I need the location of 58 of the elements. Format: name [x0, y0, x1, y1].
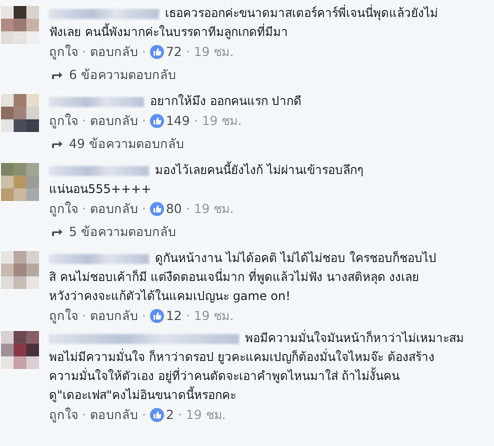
timestamp: 19 ชม.	[186, 406, 226, 424]
separator-dot: ·	[178, 406, 182, 424]
separator-dot: ·	[82, 307, 86, 325]
separator-dot: ·	[142, 406, 146, 424]
separator-dot: ·	[186, 43, 190, 61]
separator-dot: ·	[82, 200, 86, 218]
comment-text: ฟังเลย คนนี้พังมากค่ะในบรรดาทีมลูกเกดที่มีมา	[49, 25, 288, 39]
reply-link[interactable]: ตอบกลับ	[90, 199, 138, 218]
timestamp: 19 ชม.	[194, 200, 234, 218]
timestamp: 19 ชม.	[194, 307, 234, 325]
reply-link[interactable]: ตอบกลับ	[90, 405, 138, 424]
separator-dot: ·	[194, 112, 198, 130]
separator-dot: ·	[82, 112, 86, 130]
comment-text: ดู"เดอะเฟส"คงไม่อินขนาดนี้หรอกคะ	[49, 388, 236, 402]
like-link[interactable]: ถูกใจ	[49, 42, 78, 61]
view-replies-link[interactable]: 49 ข้อความตอบกลับ	[69, 134, 184, 153]
separator-dot: ·	[142, 200, 146, 218]
like-link[interactable]: ถูกใจ	[49, 405, 78, 424]
separator-dot: ·	[142, 307, 146, 325]
like-count: 12	[166, 307, 182, 325]
timestamp: 19 ชม.	[202, 112, 242, 130]
comment-text: ความมั่นใจให้ตัวเอง อยู่ที่ว่าคนตัดจะเอาคำพูดไหนมาใส่ ถ้าไม่งั้นคน	[49, 369, 400, 383]
thumbs-up-icon	[150, 202, 164, 216]
comment-text: เธอควรออกค่ะขนาดมาสเตอร์คาร์พี่เจนนี่พุดแล้วยังไม่	[165, 4, 438, 22]
comment-text: อยากให้มึง ออกคนแรก ปากดี	[150, 93, 302, 110]
comment-text: สิ คนไม่ชอบเค้าก็มี แต่งืดตอนเจนี่มาก ที่พูดแล้วไม่ฟัง นางสติหลุด งงเลย	[49, 270, 420, 284]
thumbs-up-icon	[150, 114, 164, 128]
separator-dot: ·	[82, 406, 86, 424]
reply-link[interactable]: ตอบกลับ	[90, 111, 138, 130]
comment-text: แน่นอน555++++	[49, 182, 152, 196]
like-count: 80	[166, 200, 182, 218]
like-count: 72	[166, 43, 182, 61]
separator-dot: ·	[82, 43, 86, 61]
view-replies-link[interactable]: 6 ข้อความตอบกลับ	[69, 65, 176, 84]
reply-arrow-icon	[51, 226, 63, 236]
thumbs-up-icon	[150, 44, 164, 58]
reply-link[interactable]: ตอบกลับ	[90, 306, 138, 325]
thumbs-up-icon	[150, 408, 164, 422]
comment-text: ดูกันหน้างาน ไม่ได้อคติ ไม่ได้ไม่ชอบ ใครชอบก็ชอบไป	[155, 250, 436, 268]
comment-text: มองไว้เลยคนนี้ยังไงก้ ไม่ผ่านเข้ารอบลึกๆ	[155, 161, 363, 179]
separator-dot: ·	[186, 200, 190, 218]
reply-link[interactable]: ตอบกลับ	[90, 42, 138, 61]
like-link[interactable]: ถูกใจ	[49, 111, 78, 130]
timestamp: 19 ชม.	[194, 43, 234, 61]
like-link[interactable]: ถูกใจ	[49, 306, 78, 325]
comment-text: หวังว่าคงจะแก้ตัวได้ในแคมเปญนะ game on!	[49, 289, 290, 303]
separator-dot: ·	[142, 43, 146, 61]
separator-dot: ·	[142, 112, 146, 130]
reply-arrow-icon	[51, 70, 63, 80]
like-link[interactable]: ถูกใจ	[49, 199, 78, 218]
like-count: 149	[166, 112, 190, 130]
comment-text: พอไม่มีความมั่นใจ ก็หาว่าดรอป ยูวคะแคมเปญก็ต้องมั่นใจไหมจ๊ะ ต้องสร้าง	[49, 350, 434, 364]
reply-arrow-icon	[51, 138, 63, 148]
comment-text: พอมีความมั่นใจมันหน้าก็หาว่าไม่เหมาะสม	[245, 329, 464, 347]
like-count: 2	[166, 406, 174, 424]
separator-dot: ·	[186, 307, 190, 325]
thumbs-up-icon	[150, 308, 164, 322]
view-replies-link[interactable]: 5 ข้อความตอบกลับ	[69, 222, 176, 241]
